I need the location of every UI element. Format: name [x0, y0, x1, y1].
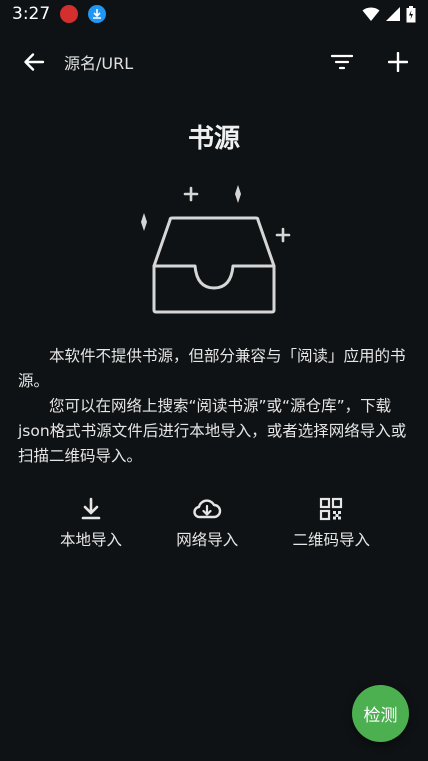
- signal-icon: [386, 7, 400, 21]
- local-import-label: 本地导入: [60, 531, 123, 549]
- sparkle-icon: [275, 227, 291, 243]
- app-notification-icon: [60, 5, 79, 23]
- status-right: [362, 5, 416, 23]
- add-button[interactable]: [372, 36, 424, 88]
- download-icon: [81, 497, 101, 520]
- sparkle-icon: [183, 186, 199, 202]
- qr-import-label: 二维码导入: [292, 531, 370, 549]
- search-input[interactable]: 源名/URL: [60, 50, 316, 74]
- wifi-icon: [362, 7, 380, 21]
- empty-state-title: 书源: [187, 124, 240, 154]
- filter-icon: [331, 54, 353, 70]
- message-paragraph-2: 您可以在网络上搜索“阅读书源”或“源仓库”，下载json格式书源文件后进行本地导…: [18, 397, 407, 465]
- toolbar: 源名/URL: [0, 36, 428, 88]
- sparkle-icon: [141, 213, 147, 231]
- sparkle-icon: [235, 185, 241, 203]
- status-left: 3:27: [12, 4, 107, 24]
- empty-state-message: 本软件不提供书源，但部分兼容与「阅读」应用的书源。 您可以在网络上搜索“阅读书源…: [18, 344, 410, 469]
- message-paragraph-1: 本软件不提供书源，但部分兼容与「阅读」应用的书源。: [18, 347, 406, 390]
- local-import-button[interactable]: 本地导入: [60, 496, 122, 550]
- network-import-label: 网络导入: [176, 531, 239, 549]
- status-time: 3:27: [12, 4, 51, 24]
- empty-inbox-icon: [141, 185, 291, 314]
- import-actions: 本地导入 网络导入 二维码导入: [60, 496, 370, 550]
- add-icon: [388, 52, 408, 72]
- cloud-download-icon: [193, 499, 222, 519]
- battery-icon: [406, 5, 416, 22]
- check-fab-button[interactable]: 检测: [352, 685, 409, 742]
- download-icon: [88, 5, 107, 23]
- filter-button[interactable]: [316, 36, 368, 88]
- network-import-button[interactable]: 网络导入: [176, 496, 238, 550]
- back-button[interactable]: [8, 36, 60, 88]
- qr-import-button[interactable]: 二维码导入: [292, 496, 370, 550]
- qr-code-icon: [320, 497, 343, 521]
- back-arrow-icon: [24, 53, 45, 71]
- status-bar: 3:27: [0, 0, 428, 28]
